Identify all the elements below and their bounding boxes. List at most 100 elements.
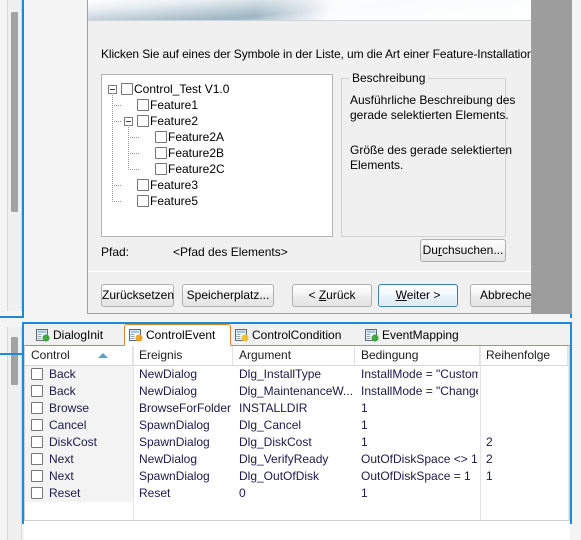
- table-cell-control[interactable]: Reset: [49, 485, 131, 502]
- table-cell-reihenfolge[interactable]: [486, 383, 566, 400]
- tree-node[interactable]: Feature5: [102, 193, 332, 209]
- grid-column-header[interactable]: Control: [25, 346, 133, 365]
- feature-state-checkbox[interactable]: [155, 163, 167, 175]
- tree-connector-line: [128, 153, 139, 154]
- table-row[interactable]: DiskCost SpawnDialog Dlg_DiskCost 1 2: [25, 434, 569, 451]
- table-cell-control[interactable]: Next: [49, 451, 131, 468]
- next-button[interactable]: Weiter >: [378, 284, 458, 307]
- feature-state-checkbox[interactable]: [155, 147, 167, 159]
- table-row[interactable]: Next NewDialog Dlg_VerifyReady OutOfDiskSpa…: [25, 451, 569, 468]
- control-condition-icon: [235, 328, 249, 342]
- control-event-grid[interactable]: Control Ereignis Argument Bedingung Reihenfo…: [24, 345, 570, 521]
- tab-controlcondition[interactable]: ControlCondition: [231, 324, 361, 346]
- tree-node[interactable]: Feature2: [102, 113, 332, 129]
- tree-node[interactable]: Feature1: [102, 97, 332, 113]
- divider-accent-lower: [0, 353, 22, 355]
- table-cell-ereignis[interactable]: NewDialog: [139, 366, 231, 383]
- outer-vertical-scrollbar-upper[interactable]: [7, 0, 22, 311]
- table-row[interactable]: Cancel SpawnDialog Dlg_Cancel 1: [25, 417, 569, 434]
- table-cell-bedingung[interactable]: 1: [361, 417, 478, 434]
- properties-grid-pane: DialogInit ControlEvent ControlCondition Ev…: [24, 324, 570, 540]
- table-cell-bedingung[interactable]: OutOfDiskSpace = 1: [361, 468, 478, 485]
- table-cell-ereignis[interactable]: NewDialog: [139, 451, 231, 468]
- grid-column-header[interactable]: Bedingung: [355, 346, 480, 365]
- row-checkbox[interactable]: [31, 368, 43, 380]
- table-cell-reihenfolge[interactable]: [486, 417, 566, 434]
- table-row[interactable]: Back NewDialog Dlg_MaintenanceW... InstallM…: [25, 383, 569, 400]
- table-row[interactable]: Back NewDialog Dlg_InstallType InstallMode …: [25, 366, 569, 383]
- table-cell-control[interactable]: Browse: [49, 400, 131, 417]
- table-cell-ereignis[interactable]: NewDialog: [139, 383, 231, 400]
- table-cell-bedingung[interactable]: 1: [361, 400, 478, 417]
- feature-state-checkbox[interactable]: [137, 99, 149, 111]
- feature-state-checkbox[interactable]: [155, 131, 167, 143]
- diskcost-button[interactable]: Speicherplatz...: [182, 284, 274, 307]
- tab-eventmapping[interactable]: EventMapping: [361, 324, 474, 346]
- dialog-preview-pane: Klicken Sie auf eines der Symbole in der…: [24, 0, 572, 318]
- table-cell-argument[interactable]: Dlg_Cancel: [239, 417, 353, 434]
- table-cell-control[interactable]: Back: [49, 366, 131, 383]
- table-cell-argument[interactable]: Dlg_MaintenanceW...: [239, 383, 353, 400]
- table-cell-bedingung[interactable]: 1: [361, 485, 478, 502]
- grid-column-header[interactable]: Ereignis: [133, 346, 233, 365]
- tree-node[interactable]: Feature3: [102, 177, 332, 193]
- tab-controlevent[interactable]: ControlEvent: [124, 324, 231, 346]
- table-cell-bedingung[interactable]: OutOfDiskSpace <> 1: [361, 451, 478, 468]
- feature-state-checkbox[interactable]: [137, 195, 149, 207]
- table-cell-reihenfolge[interactable]: [486, 366, 566, 383]
- table-cell-argument[interactable]: INSTALLDIR: [239, 400, 353, 417]
- table-cell-bedingung[interactable]: InstallMode = "Change": [361, 383, 478, 400]
- grid-rows[interactable]: Back NewDialog Dlg_InstallType InstallMode …: [25, 366, 569, 502]
- tab-dialoginit[interactable]: DialogInit: [32, 324, 124, 346]
- table-cell-argument[interactable]: 0: [239, 485, 353, 502]
- table-cell-control[interactable]: DiskCost: [49, 434, 131, 451]
- table-cell-bedingung[interactable]: InstallMode = "Custom": [361, 366, 478, 383]
- tree-connector-line: [112, 105, 121, 106]
- grid-column-divider: [480, 346, 481, 520]
- table-cell-ereignis[interactable]: Reset: [139, 485, 231, 502]
- table-cell-argument[interactable]: Dlg_InstallType: [239, 366, 353, 383]
- row-checkbox[interactable]: [31, 402, 43, 414]
- feature-state-checkbox[interactable]: [137, 179, 149, 191]
- row-checkbox[interactable]: [31, 436, 43, 448]
- table-cell-control[interactable]: Next: [49, 468, 131, 485]
- table-row[interactable]: Next SpawnDialog Dlg_OutOfDisk OutOfDiskSpa…: [25, 468, 569, 485]
- grid-column-header[interactable]: Reihenfolge: [480, 346, 568, 365]
- reset-button[interactable]: Zurücksetzen: [101, 284, 174, 307]
- feature-tree[interactable]: Control_Test V1.0 Feature1 Feature2 Feature…: [101, 74, 333, 237]
- cancel-button[interactable]: Abbrechen: [470, 284, 531, 307]
- table-cell-control[interactable]: Back: [49, 383, 131, 400]
- table-cell-ereignis[interactable]: SpawnDialog: [139, 434, 231, 451]
- table-cell-argument[interactable]: Dlg_OutOfDisk: [239, 468, 353, 485]
- outer-vertical-scrollbar-lower[interactable]: [7, 327, 22, 540]
- outer-scrollbar-thumb-lower[interactable]: [11, 337, 18, 385]
- table-cell-bedingung[interactable]: 1: [361, 434, 478, 451]
- table-cell-control[interactable]: Cancel: [49, 417, 131, 434]
- table-cell-ereignis[interactable]: BrowseForFolder: [139, 400, 231, 417]
- browse-button[interactable]: Durchsuchen...: [420, 239, 506, 262]
- table-cell-reihenfolge[interactable]: 1: [486, 468, 566, 485]
- table-cell-argument[interactable]: Dlg_DiskCost: [239, 434, 353, 451]
- row-checkbox[interactable]: [31, 487, 43, 499]
- table-row[interactable]: Browse BrowseForFolder INSTALLDIR 1: [25, 400, 569, 417]
- table-cell-argument[interactable]: Dlg_VerifyReady: [239, 451, 353, 468]
- outer-scrollbar-thumb-upper[interactable]: [11, 12, 18, 212]
- back-button[interactable]: < Zurück: [292, 284, 372, 307]
- row-checkbox[interactable]: [31, 453, 43, 465]
- row-checkbox[interactable]: [31, 385, 43, 397]
- table-cell-ereignis[interactable]: SpawnDialog: [139, 417, 231, 434]
- path-label: Pfad:: [101, 245, 130, 259]
- table-row[interactable]: Reset Reset 0 1: [25, 485, 569, 502]
- table-cell-reihenfolge[interactable]: [486, 485, 566, 502]
- table-cell-reihenfolge[interactable]: [486, 400, 566, 417]
- row-checkbox[interactable]: [31, 419, 43, 431]
- table-cell-ereignis[interactable]: SpawnDialog: [139, 468, 231, 485]
- table-cell-reihenfolge[interactable]: 2: [486, 451, 566, 468]
- description-legend: Beschreibung: [349, 71, 429, 85]
- row-checkbox[interactable]: [31, 470, 43, 482]
- feature-state-checkbox[interactable]: [137, 115, 149, 127]
- tree-node[interactable]: Control_Test V1.0: [102, 81, 332, 97]
- table-cell-reihenfolge[interactable]: 2: [486, 434, 566, 451]
- feature-state-checkbox[interactable]: [121, 83, 133, 95]
- grid-column-header[interactable]: Argument: [233, 346, 355, 365]
